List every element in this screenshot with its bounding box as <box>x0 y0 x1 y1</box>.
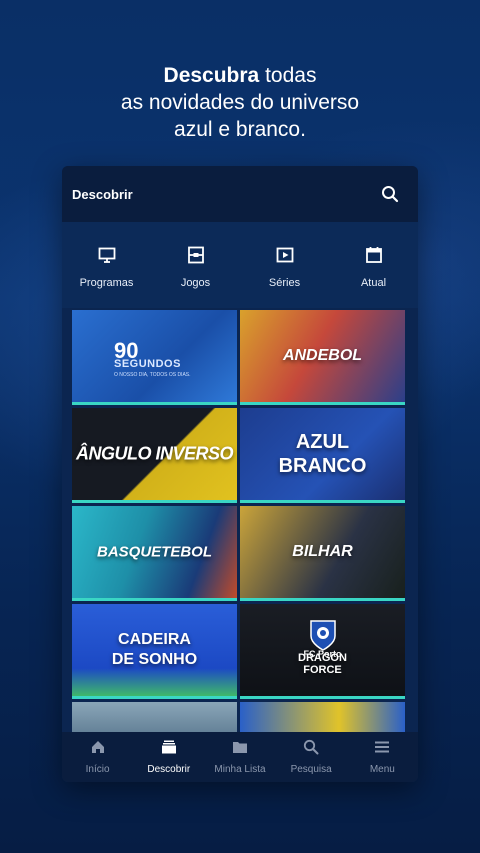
content-grid: 90 SEGUNDOS O NOSSO DIA, TODOS OS DIAS. … <box>72 310 408 738</box>
app-screen: Descobrir Programas Jogos Séries Atual 9… <box>62 166 418 782</box>
tile-subtitle: SEGUNDOS <box>114 358 181 370</box>
search-icon[interactable] <box>378 182 402 206</box>
headline-bold: Descubra <box>163 64 260 87</box>
category-jogos[interactable]: Jogos <box>156 246 236 289</box>
top-bar: Descobrir <box>62 166 418 222</box>
category-label: Jogos <box>180 276 211 289</box>
tile-title-line2: BRANCO <box>278 455 367 477</box>
category-label: Séries <box>268 276 301 289</box>
tile-title: ÂNGULO INVERSO <box>75 443 234 464</box>
club-crest-icon <box>308 618 338 652</box>
tile-dragon-force[interactable]: FC Porto DRAGON FORCE <box>240 604 405 699</box>
tile-tagline: O NOSSO DIA, TODOS OS DIAS. <box>114 372 191 378</box>
tile-90-segundos[interactable]: 90 SEGUNDOS O NOSSO DIA, TODOS OS DIAS. <box>72 310 237 405</box>
home-icon <box>90 739 106 760</box>
nav-pesquisa[interactable]: Pesquisa <box>276 739 346 775</box>
tile-title: BASQUETEBOL <box>96 543 212 561</box>
headline: Descubra todas as novidades do universo … <box>0 62 480 143</box>
tile-cadeira-de-sonho[interactable]: CADEIRA DE SONHO <box>72 604 237 699</box>
headline-line2: as novidades do universo <box>120 91 360 114</box>
play-icon <box>276 246 294 269</box>
calendar-icon <box>365 246 383 269</box>
nav-label: Início <box>85 764 110 775</box>
tile-azul-branco[interactable]: AZUL BRANCO <box>240 408 405 503</box>
category-label: Atual <box>360 276 387 289</box>
tile-title-line1: AZUL <box>295 431 350 453</box>
tile-bilhar[interactable]: BILHAR <box>240 506 405 601</box>
field-icon <box>187 246 205 269</box>
monitor-icon <box>98 246 116 269</box>
tile-andebol[interactable]: ANDEBOL <box>240 310 405 405</box>
tile-angulo-inverso[interactable]: ÂNGULO INVERSO <box>72 408 237 503</box>
tile-title-line1: DRAGON <box>298 652 347 664</box>
menu-icon <box>374 739 390 760</box>
stack-icon <box>161 739 177 760</box>
tile-title-line2: FORCE <box>303 664 342 676</box>
category-series[interactable]: Séries <box>245 246 325 289</box>
page-title: Descobrir <box>72 186 133 202</box>
headline-line1: todas <box>259 64 317 87</box>
search-icon <box>303 739 319 760</box>
category-programas[interactable]: Programas <box>67 246 147 289</box>
nav-label: Descobrir <box>147 764 191 775</box>
headline-line3: azul e branco. <box>174 118 306 141</box>
nav-menu[interactable]: Menu <box>347 739 417 775</box>
category-atual[interactable]: Atual <box>334 246 414 289</box>
category-bar: Programas Jogos Séries Atual <box>62 222 418 308</box>
nav-descobrir[interactable]: Descobrir <box>134 739 204 775</box>
tile-title: CADEIRA DE SONHO <box>72 630 237 670</box>
nav-label: Menu <box>369 764 395 775</box>
nav-minha-lista[interactable]: Minha Lista <box>205 739 275 775</box>
bottom-nav: Início Descobrir Minha Lista Pesquisa Me… <box>62 732 418 782</box>
category-label: Programas <box>79 276 134 289</box>
tile-title: DRAGON FORCE <box>240 652 405 676</box>
tile-title-line2: DE SONHO <box>111 651 198 668</box>
tile-title: ANDEBOL <box>282 347 363 364</box>
nav-inicio[interactable]: Início <box>63 739 133 775</box>
tile-title-line1: CADEIRA <box>118 631 191 648</box>
nav-label: Minha Lista <box>214 764 266 775</box>
tile-basquetebol[interactable]: BASQUETEBOL <box>72 506 237 601</box>
folder-icon <box>232 739 248 760</box>
tile-title: BILHAR <box>292 543 353 560</box>
nav-label: Pesquisa <box>290 764 332 775</box>
tile-title: AZUL BRANCO <box>240 430 405 478</box>
